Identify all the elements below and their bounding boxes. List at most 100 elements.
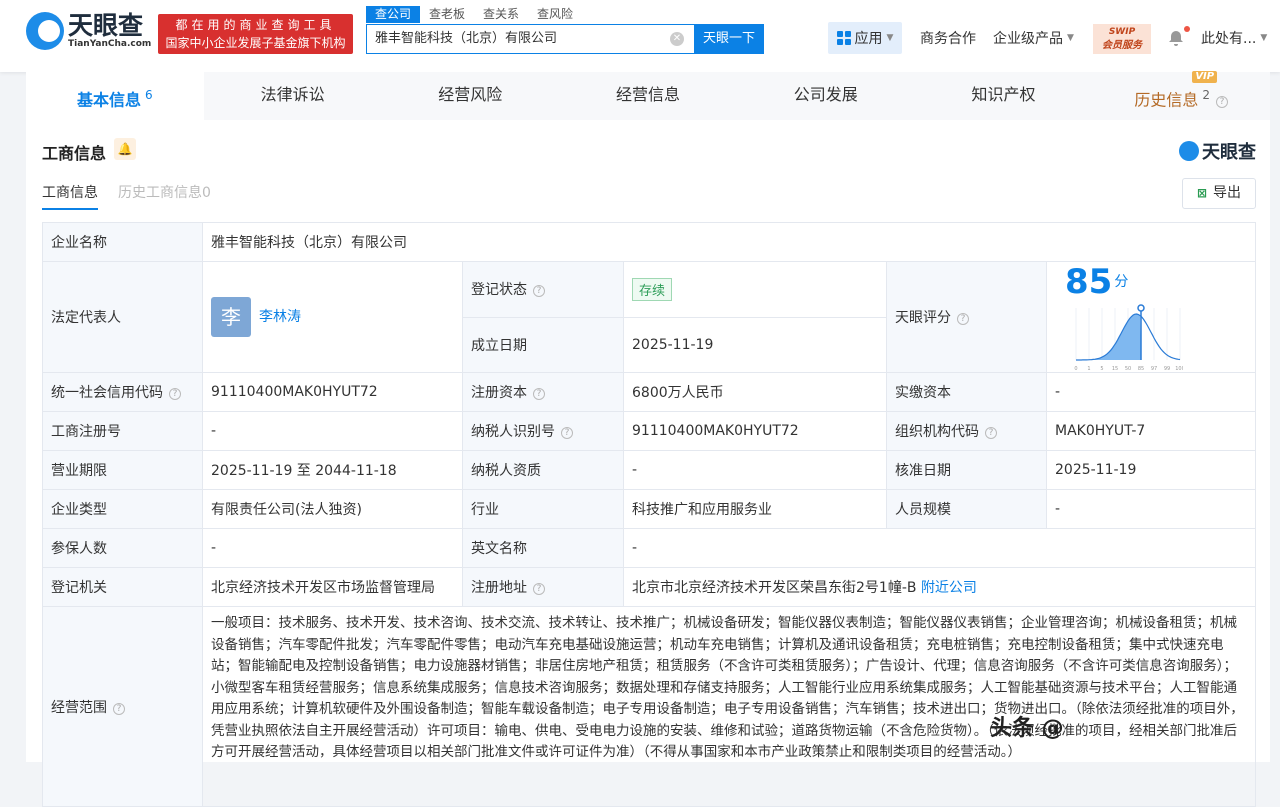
approve-date-value: 2025-11-19 xyxy=(1045,450,1257,490)
search-type-tabs: 查公司 查老板 查关系 查风险 xyxy=(366,6,582,23)
help-icon[interactable]: ? xyxy=(533,285,545,298)
apps-grid-icon xyxy=(836,31,851,45)
address-cell: 北京市北京经济技术开发区荣昌东街2号1幢-B 附近公司 xyxy=(622,567,1257,607)
subtab-history-business-info[interactable]: 历史工商信息0 xyxy=(118,182,211,210)
founded-label: 成立日期 xyxy=(462,316,624,373)
tab-legal[interactable]: 法律诉讼 xyxy=(204,72,382,120)
address-label: 注册地址? xyxy=(462,567,624,607)
address-value: 北京市北京经济技术开发区荣昌东街2号1幢-B xyxy=(632,580,917,596)
help-icon[interactable]: ? xyxy=(561,427,573,439)
brand-logo: 天眼查 xyxy=(1179,138,1256,164)
caret-down-icon: ▼ xyxy=(886,33,894,43)
help-icon[interactable]: ? xyxy=(957,313,969,325)
staff-label: 人员规模 xyxy=(886,489,1047,529)
tab-basic-info[interactable]: 基本信息 6 xyxy=(26,72,204,120)
paid-capital-label: 实缴资本 xyxy=(886,372,1047,412)
business-info-card: 工商信息 🔔 天眼查 工商信息 历史工商信息0 ⊠ 导出 企业名称 雅丰智能科技（北… xyxy=(26,120,1270,807)
search-button[interactable]: 天眼一下 xyxy=(694,24,764,54)
type-label: 企业类型 xyxy=(42,489,203,529)
taxpayer-qual-value: - xyxy=(623,450,887,490)
term-value: 2025-11-19 至 2044-11-18 xyxy=(202,450,463,490)
axis-tick-label: 15 xyxy=(1112,366,1118,372)
help-icon[interactable]: ? xyxy=(113,702,125,715)
reg-no-label: 工商注册号 xyxy=(42,411,203,451)
nearby-companies-link[interactable]: 附近公司 xyxy=(921,580,977,596)
help-icon[interactable]: ? xyxy=(169,388,181,400)
company-name-label: 企业名称 xyxy=(42,222,203,262)
excel-icon: ⊠ xyxy=(1196,186,1208,200)
tab-operation[interactable]: 经营信息 xyxy=(559,72,737,120)
swip-member-button[interactable]: SWIP 会员服务 xyxy=(1093,24,1151,54)
company-name: 雅丰智能科技（北京）有限公司 xyxy=(201,222,1257,262)
apps-menu[interactable]: 应用 ▼ xyxy=(828,22,902,54)
search-tab-boss[interactable]: 查老板 xyxy=(420,6,474,23)
search-tab-relation[interactable]: 查关系 xyxy=(474,6,528,23)
table-row: 法定代表人 李李林涛 登记状态? 存续 天眼评分? 85 分 0 1 5 15 50 85 9… xyxy=(42,261,1257,373)
swip-label: SWIP xyxy=(1108,27,1136,37)
score-value: 85 xyxy=(1065,262,1113,302)
search-tab-risk[interactable]: 查风险 xyxy=(528,6,582,23)
score-distribution-chart: 0151550859799100 xyxy=(1074,304,1185,372)
help-icon[interactable]: ? xyxy=(533,388,545,400)
axis-tick-label: 85 xyxy=(1138,366,1144,372)
tab-ip[interactable]: 知识产权 xyxy=(915,72,1093,120)
bell-icon[interactable] xyxy=(1168,30,1184,46)
business-link[interactable]: 商务合作 xyxy=(920,22,976,54)
logo[interactable]: 天眼查 TianYanCha.com xyxy=(26,12,151,50)
reg-capital-value: 6800万人民币 xyxy=(623,372,887,412)
clear-icon[interactable]: ✕ xyxy=(670,32,684,46)
help-icon[interactable]: ? xyxy=(533,583,545,595)
bell-icon[interactable]: 🔔 xyxy=(114,138,136,160)
scope-label: 经营范围? xyxy=(42,606,203,807)
sub-tabs: 工商信息 历史工商信息0 xyxy=(42,182,231,210)
axis-tick-label: 100 xyxy=(1175,366,1183,372)
axis-tick-label: 5 xyxy=(1100,366,1103,372)
taxpayer-id-value: 91110400MAK0HYUT72 xyxy=(623,411,887,451)
avatar: 李 xyxy=(211,297,251,337)
taxpayer-id-label: 纳税人识别号? xyxy=(462,411,624,451)
axis-tick-label: 1 xyxy=(1087,366,1090,372)
user-name: 此处有... xyxy=(1201,31,1257,47)
axis-tick-label: 50 xyxy=(1125,366,1131,372)
score-unit: 分 xyxy=(1114,274,1129,290)
score-cell[interactable]: 85分 0151550859799100 xyxy=(1045,261,1257,373)
en-name-value: - xyxy=(622,528,1257,568)
en-name-label: 英文名称 xyxy=(462,528,624,568)
help-icon[interactable]: ? xyxy=(985,427,997,439)
export-button[interactable]: ⊠ 导出 xyxy=(1182,178,1256,209)
table-row: 企业名称 雅丰智能科技（北京）有限公司 xyxy=(42,222,1257,262)
taxpayer-qual-label: 纳税人资质 xyxy=(462,450,624,490)
caret-down-icon: ▼ xyxy=(1067,33,1074,43)
logo-domain: TianYanCha.com xyxy=(68,39,152,49)
authority-value: 北京经济技术开发区市场监督管理局 xyxy=(202,567,463,607)
user-menu[interactable]: 此处有... ▼ xyxy=(1201,22,1267,54)
top-header: 天眼查 TianYanCha.com 都在用的商业查询工具 国家中小企业发展子基金旗… xyxy=(0,0,1280,72)
tab-risk[interactable]: 经营风险 xyxy=(381,72,559,120)
insured-label: 参保人数 xyxy=(42,528,203,568)
legal-rep-link[interactable]: 李林涛 xyxy=(259,309,301,325)
main-tabs: 基本信息 6 法律诉讼 经营风险 经营信息 公司发展 知识产权 VIP 历史信息 2? xyxy=(26,71,1270,120)
help-icon[interactable]: ? xyxy=(1216,96,1228,109)
table-row: 统一社会信用代码? 91110400MAK0HYUT72 注册资本? 6800万人民… xyxy=(42,372,1257,412)
tab-development[interactable]: 公司发展 xyxy=(737,72,915,120)
search-input[interactable]: 雅丰智能科技（北京）有限公司 ✕ xyxy=(366,24,694,54)
slogan-banner[interactable]: 都在用的商业查询工具 国家中小企业发展子基金旗下机构 xyxy=(158,14,353,54)
slogan-line-2: 国家中小企业发展子基金旗下机构 xyxy=(165,36,346,50)
paid-capital-value: - xyxy=(1045,372,1257,412)
search-value: 雅丰智能科技（北京）有限公司 xyxy=(375,31,558,46)
tab-history[interactable]: VIP 历史信息 2? xyxy=(1092,71,1270,120)
approve-date-label: 核准日期 xyxy=(886,450,1047,490)
search-tab-company[interactable]: 查公司 xyxy=(366,6,421,23)
status-badge: 存续 xyxy=(632,277,673,301)
table-row: 营业期限 2025-11-19 至 2044-11-18 纳税人资质 - 核准日期 2… xyxy=(42,450,1257,490)
reg-status-label: 登记状态? xyxy=(462,261,624,318)
reg-capital-label: 注册资本? xyxy=(462,372,624,412)
table-row: 经营范围? 一般项目：技术服务、技术开发、技术咨询、技术交流、技术转让、技术推广… xyxy=(42,606,1257,807)
enterprise-menu[interactable]: 企业级产品 ▼ xyxy=(993,22,1074,54)
industry-label: 行业 xyxy=(462,489,624,529)
caret-down-icon: ▼ xyxy=(1260,33,1268,43)
reg-no-value: - xyxy=(202,411,463,451)
subtab-business-info[interactable]: 工商信息 xyxy=(42,182,98,210)
score-label: 天眼评分? xyxy=(886,261,1047,373)
industry-value: 科技推广和应用服务业 xyxy=(623,489,887,529)
